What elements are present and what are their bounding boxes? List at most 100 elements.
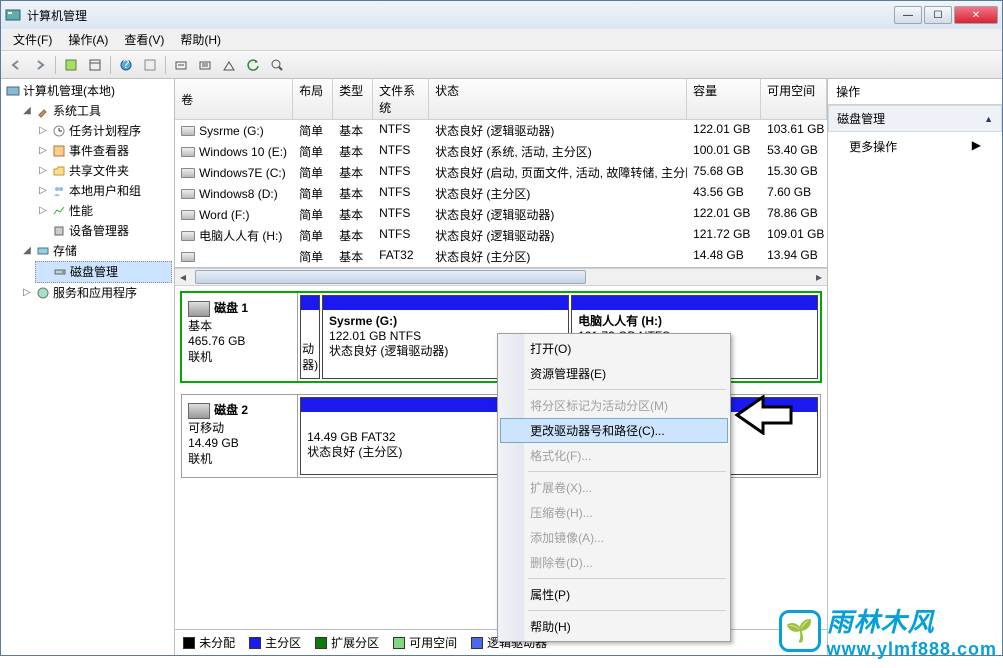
expand-icon[interactable]: ▷ <box>37 202 49 220</box>
tree-local-users[interactable]: ▷本地用户和组 <box>35 181 172 201</box>
tree-disk-management[interactable]: ▷磁盘管理 <box>35 261 172 283</box>
svg-text:?: ? <box>123 58 130 71</box>
users-icon <box>51 183 67 199</box>
expand-icon[interactable]: ▷ <box>37 142 49 160</box>
menu-add-mirror: 添加镜像(A)... <box>500 525 728 550</box>
tree-storage[interactable]: ◢ 存储 <box>19 241 172 261</box>
col-header-volume[interactable]: 卷 <box>175 79 293 119</box>
menu-view[interactable]: 查看(V) <box>116 29 172 50</box>
drive-icon <box>181 126 195 136</box>
toolbar-btn-1[interactable] <box>60 54 82 76</box>
expand-icon[interactable]: ▷ <box>37 122 49 140</box>
annotation-arrow-icon <box>733 395 793 435</box>
menu-help[interactable]: 帮助(H) <box>500 614 728 639</box>
actions-section-diskmgmt[interactable]: 磁盘管理 ▲ <box>829 106 1001 131</box>
toolbar-refresh-button[interactable] <box>242 54 264 76</box>
minimize-button[interactable]: — <box>894 6 922 24</box>
drive-icon <box>181 210 195 220</box>
legend-unalloc-swatch <box>183 637 195 649</box>
menu-file[interactable]: 文件(F) <box>5 29 60 50</box>
legend-extended-swatch <box>315 637 327 649</box>
expand-icon[interactable]: ▷ <box>21 284 33 302</box>
tree-event-viewer[interactable]: ▷事件查看器 <box>35 141 172 161</box>
app-icon <box>5 7 21 23</box>
col-header-fs[interactable]: 文件系统 <box>373 79 429 119</box>
col-header-free[interactable]: 可用空间 <box>761 79 827 119</box>
menu-extend: 扩展卷(X)... <box>500 475 728 500</box>
hscrollbar[interactable]: ◂ ▸ <box>175 268 827 286</box>
menu-format: 格式化(F)... <box>500 443 728 468</box>
services-icon <box>35 285 51 301</box>
tree-services-apps[interactable]: ▷ 服务和应用程序 <box>19 283 172 303</box>
menu-explorer[interactable]: 资源管理器(E) <box>500 361 728 386</box>
menu-action[interactable]: 操作(A) <box>60 29 116 50</box>
watermark: 🌱 雨林木风 www.ylmf888.com <box>779 602 997 660</box>
disk-icon <box>188 301 210 317</box>
drive-icon <box>181 189 195 199</box>
tree-system-tools[interactable]: ◢ 系统工具 <box>19 101 172 121</box>
menu-change-drive-letter[interactable]: 更改驱动器号和路径(C)... <box>500 418 728 443</box>
col-header-status[interactable]: 状态 <box>429 79 687 119</box>
menu-properties[interactable]: 属性(P) <box>500 582 728 607</box>
context-menu: 打开(O) 资源管理器(E) 将分区标记为活动分区(M) 更改驱动器号和路径(C… <box>497 333 731 642</box>
nav-back-button[interactable] <box>5 54 27 76</box>
toolbar-btn-4[interactable] <box>139 54 161 76</box>
drive-icon <box>181 147 195 157</box>
toolbar-btn-2[interactable] <box>84 54 106 76</box>
drive-icon <box>181 168 195 178</box>
actions-header: 操作 <box>828 79 1002 105</box>
toolbar: ? <box>1 51 1002 79</box>
toolbar-btn-5[interactable] <box>170 54 192 76</box>
collapse-icon[interactable]: ◢ <box>21 242 33 260</box>
storage-icon <box>35 243 51 259</box>
actions-pane: 操作 磁盘管理 ▲ 更多操作 ▶ <box>828 79 1002 655</box>
expand-icon[interactable]: ▷ <box>37 182 49 200</box>
toolbar-btn-7[interactable] <box>218 54 240 76</box>
scroll-thumb[interactable] <box>195 270 586 284</box>
col-header-type[interactable]: 类型 <box>333 79 373 119</box>
table-row[interactable]: Word (F:)简单基本NTFS状态良好 (逻辑驱动器)122.01 GB78… <box>175 204 827 225</box>
volume-table: 卷 布局 类型 文件系统 状态 容量 可用空间 Sysrme (G:)简单基本N… <box>175 79 827 268</box>
folder-icon <box>51 163 67 179</box>
expand-icon[interactable]: ▷ <box>37 162 49 180</box>
perf-icon <box>51 203 67 219</box>
maximize-button[interactable]: ☐ <box>924 6 952 24</box>
tree-pane: 计算机管理(本地) ◢ 系统工具 ▷任务计划程序 ▷事件查看器 <box>1 79 175 655</box>
collapse-icon[interactable]: ◢ <box>21 102 33 120</box>
nav-forward-button[interactable] <box>29 54 51 76</box>
scroll-left-icon[interactable]: ◂ <box>175 270 191 284</box>
disk-2-label: 磁盘 2 可移动 14.49 GB 联机 <box>182 395 298 477</box>
submenu-arrow-icon: ▶ <box>972 138 981 155</box>
close-button[interactable]: ✕ <box>954 6 998 24</box>
tree-root[interactable]: 计算机管理(本地) <box>3 81 172 101</box>
tools-icon <box>35 103 51 119</box>
disk-1-label: 磁盘 1 基本 465.76 GB 联机 <box>182 293 298 381</box>
menu-help[interactable]: 帮助(H) <box>172 29 229 50</box>
table-row[interactable]: Windows7E (C:)简单基本NTFS状态良好 (启动, 页面文件, 活动… <box>175 162 827 183</box>
window-frame: 计算机管理 — ☐ ✕ 文件(F) 操作(A) 查看(V) 帮助(H) ? <box>0 0 1003 656</box>
tree-performance[interactable]: ▷性能 <box>35 201 172 221</box>
col-header-layout[interactable]: 布局 <box>293 79 333 119</box>
table-row[interactable]: Sysrme (G:)简单基本NTFS状态良好 (逻辑驱动器)122.01 GB… <box>175 120 827 141</box>
disk-1-part-hidden-left[interactable]: 动器) <box>300 295 320 379</box>
table-row[interactable]: 电脑人人有 (H:)简单基本NTFS状态良好 (逻辑驱动器)121.72 GB1… <box>175 225 827 246</box>
volume-table-header: 卷 布局 类型 文件系统 状态 容量 可用空间 <box>175 79 827 120</box>
drive-icon <box>181 252 195 262</box>
table-row[interactable]: Windows 10 (E:)简单基本NTFS状态良好 (系统, 活动, 主分区… <box>175 141 827 162</box>
menu-open[interactable]: 打开(O) <box>500 336 728 361</box>
device-icon <box>51 223 67 239</box>
col-header-capacity[interactable]: 容量 <box>687 79 761 119</box>
titlebar[interactable]: 计算机管理 — ☐ ✕ <box>1 1 1002 29</box>
menu-delete: 删除卷(D)... <box>500 550 728 575</box>
scroll-right-icon[interactable]: ▸ <box>811 270 827 284</box>
tree-device-manager[interactable]: ▷设备管理器 <box>35 221 172 241</box>
tree-shared-folders[interactable]: ▷共享文件夹 <box>35 161 172 181</box>
table-row[interactable]: 简单基本FAT32状态良好 (主分区)14.48 GB13.94 GB <box>175 246 827 267</box>
table-row[interactable]: Windows8 (D:)简单基本NTFS状态良好 (主分区)43.56 GB7… <box>175 183 827 204</box>
tree-task-scheduler[interactable]: ▷任务计划程序 <box>35 121 172 141</box>
toolbar-btn-6[interactable] <box>194 54 216 76</box>
toolbar-btn-9[interactable] <box>266 54 288 76</box>
toolbar-help-button[interactable]: ? <box>115 54 137 76</box>
computer-icon <box>5 83 21 99</box>
actions-more[interactable]: 更多操作 ▶ <box>829 134 1001 159</box>
